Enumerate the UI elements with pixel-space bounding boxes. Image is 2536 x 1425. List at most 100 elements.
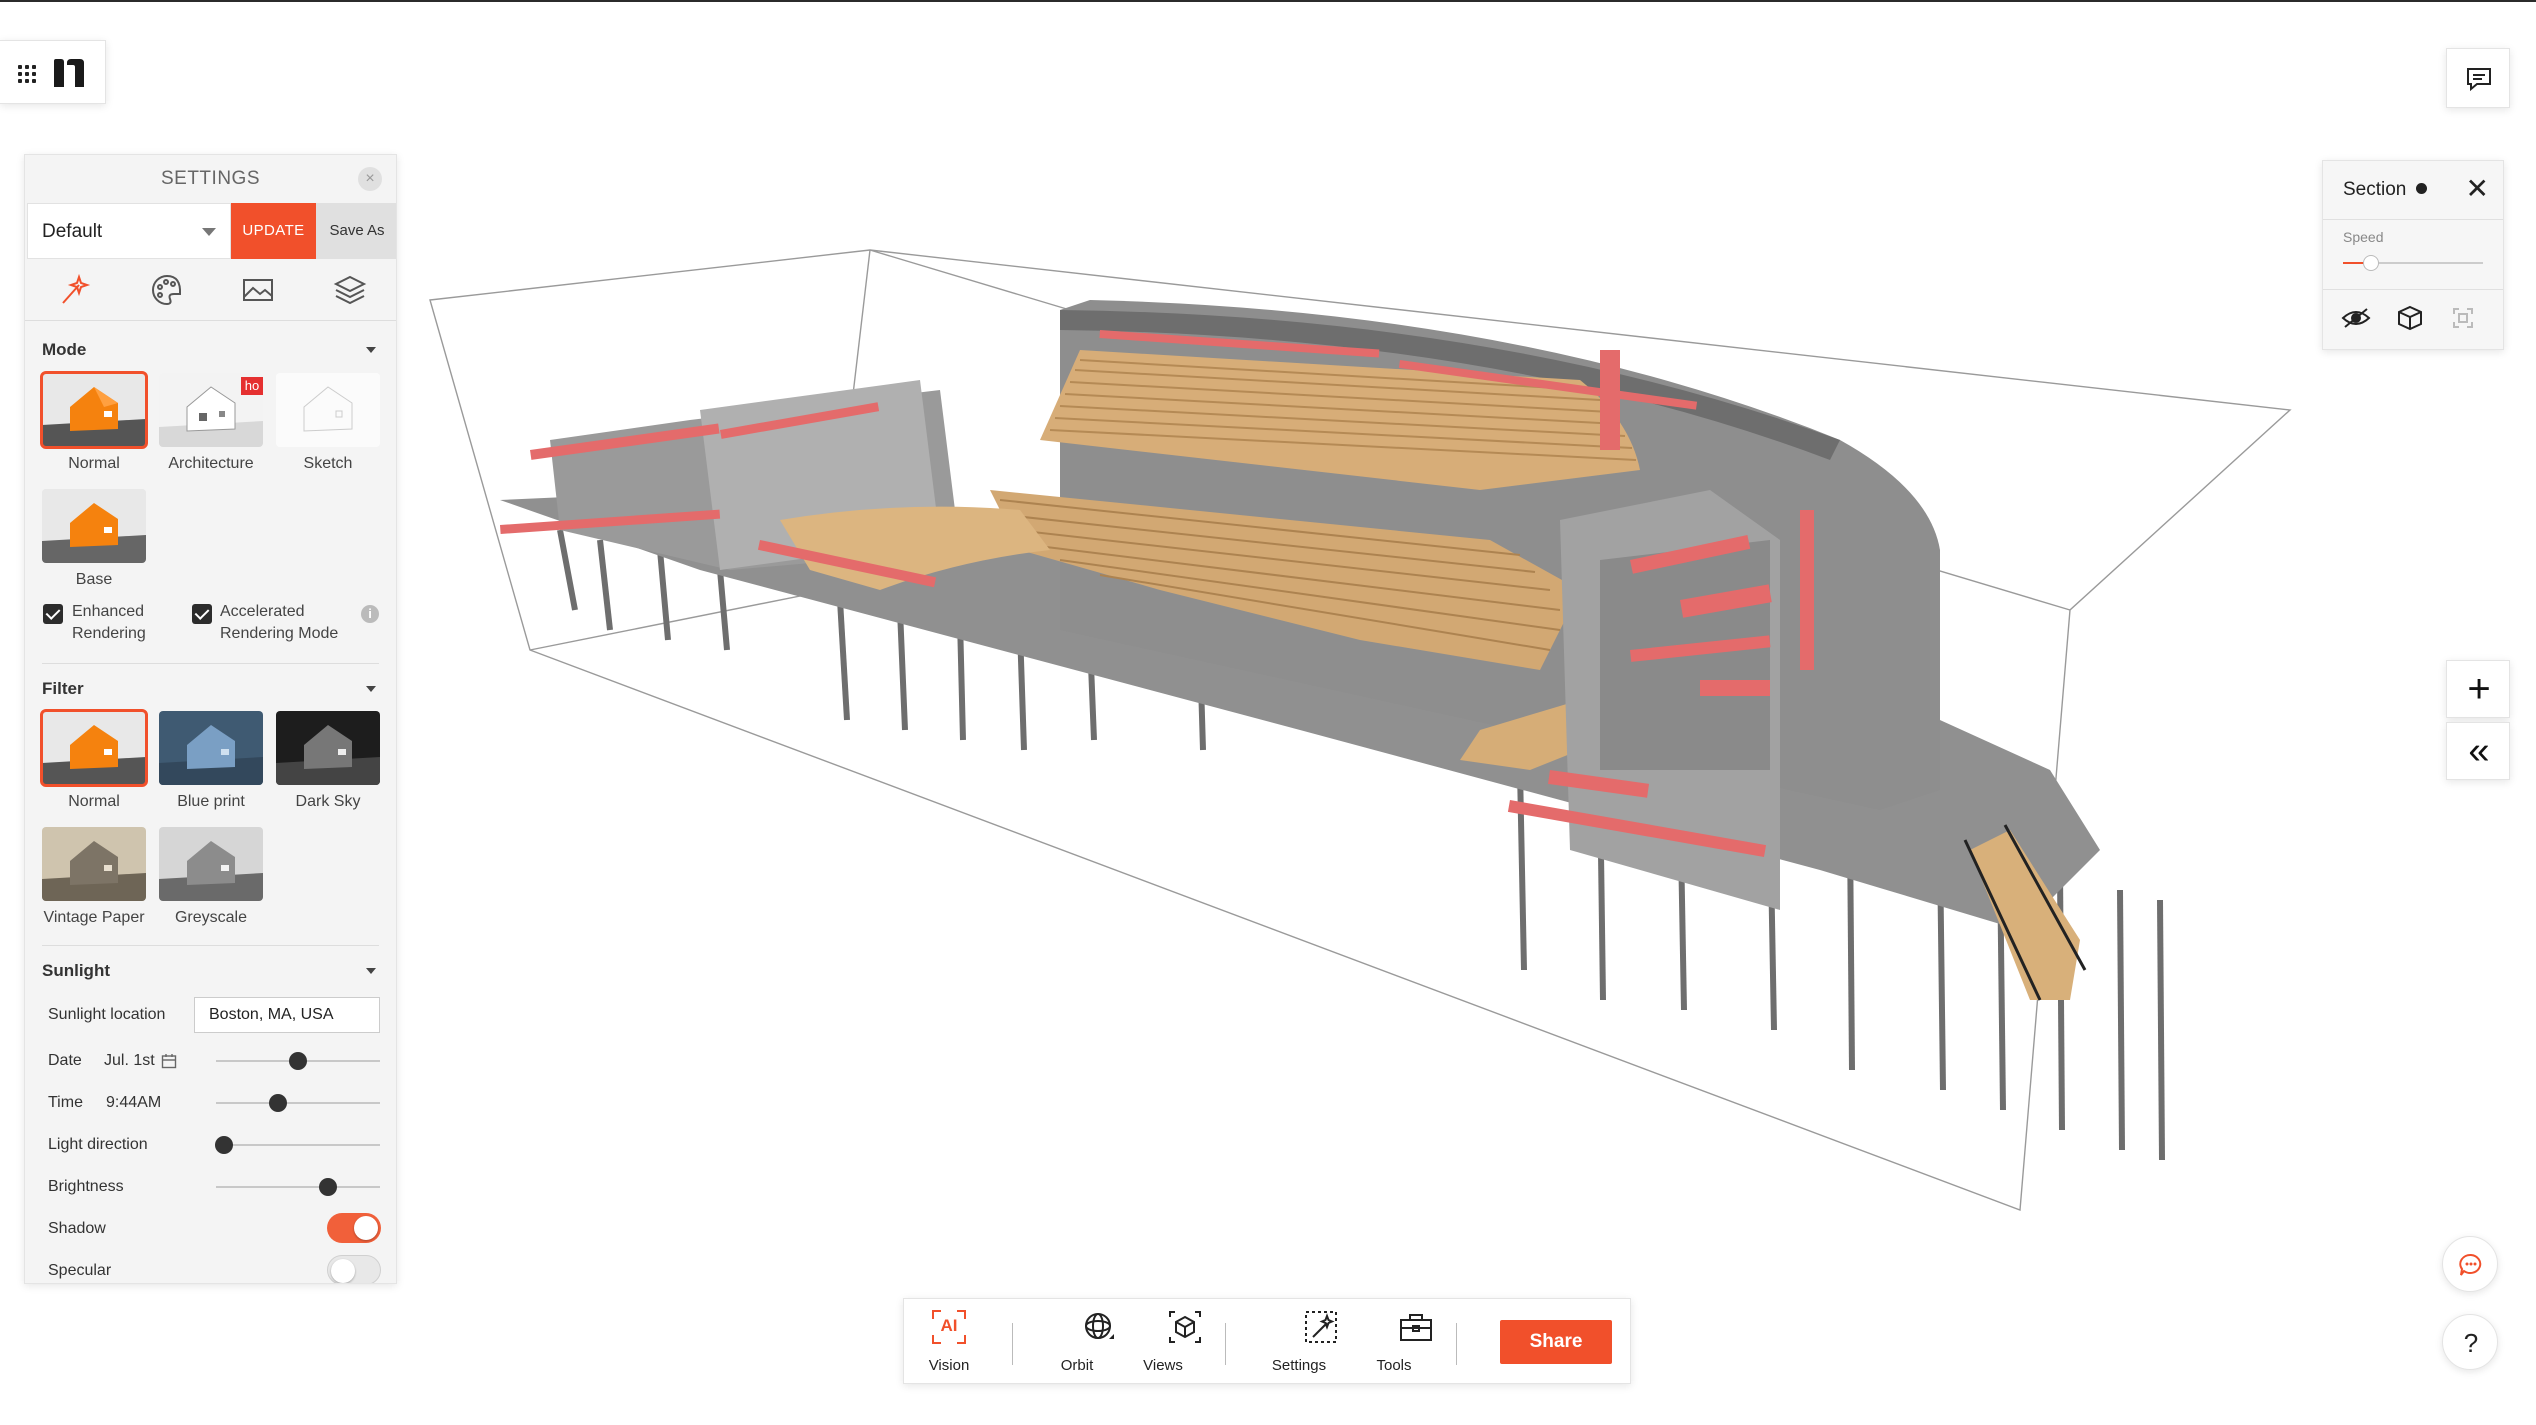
save-as-button[interactable]: Save As <box>316 203 396 259</box>
filter-darksky-thumb[interactable] <box>276 711 380 785</box>
specular-toggle[interactable] <box>327 1255 381 1283</box>
accelerated-rendering-checkbox[interactable] <box>192 604 212 624</box>
divider <box>42 945 379 946</box>
mode-architecture-thumb[interactable]: ho <box>159 373 263 447</box>
filter-collapse-icon[interactable] <box>366 686 376 692</box>
chat-bubble-icon <box>2459 1253 2482 1276</box>
toolbar-divider <box>1456 1323 1457 1365</box>
brand-logo <box>54 59 84 87</box>
mode-sketch-thumb[interactable] <box>276 373 380 447</box>
views-button[interactable]: Views <box>1123 1309 1203 1374</box>
orbit-label: Orbit <box>1060 1357 1094 1374</box>
hide-eye-icon[interactable] <box>2341 305 2371 331</box>
filter-section-title: Filter <box>42 679 84 698</box>
filter-normal-label: Normal <box>68 793 120 810</box>
light-direction-label: Light direction <box>48 1136 148 1153</box>
filter-vintage-label: Vintage Paper <box>43 909 145 926</box>
mode-collapse-icon[interactable] <box>366 347 376 353</box>
app-grid-icon[interactable] <box>18 65 36 83</box>
speed-label: Speed <box>2343 229 2384 245</box>
date-label: Date <box>48 1052 82 1069</box>
window-top-border <box>0 0 2536 2</box>
filter-greyscale-thumb[interactable] <box>159 827 263 901</box>
tools-button[interactable]: Tools <box>1354 1309 1434 1374</box>
collapse-panel-button[interactable]: « <box>2446 722 2510 780</box>
settings-label: Settings <box>1271 1357 1327 1374</box>
mode-base-label: Base <box>75 571 113 588</box>
bottom-toolbar: AI Vision Orbit Views Settings Tools Sha… <box>903 1298 1631 1384</box>
shadow-toggle[interactable] <box>327 1213 381 1243</box>
settings-panel: SETTINGS × Default UPDATE Save As Mode h… <box>24 154 397 1284</box>
light-direction-slider-knob[interactable] <box>215 1136 234 1154</box>
share-button[interactable]: Share <box>1500 1320 1612 1364</box>
toolbar-divider <box>1225 1323 1226 1365</box>
landscape-icon[interactable] <box>241 273 275 307</box>
filter-blueprint-thumb[interactable] <box>159 711 263 785</box>
specular-label: Specular <box>48 1262 112 1279</box>
section-close-button[interactable]: ✕ <box>2466 175 2489 203</box>
architecture-badge: ho <box>241 377 263 395</box>
info-icon[interactable]: i <box>361 605 379 623</box>
shadow-label: Shadow <box>48 1220 106 1237</box>
filter-vintage-thumb[interactable] <box>42 827 146 901</box>
settings-button[interactable]: Settings <box>1259 1309 1339 1374</box>
sunlight-location-label: Sunlight location <box>48 1006 166 1023</box>
mode-normal-label: Normal <box>68 455 120 472</box>
vision-button[interactable]: AI Vision <box>909 1309 989 1374</box>
layers-icon[interactable] <box>333 273 367 307</box>
sunlight-section-title: Sunlight <box>42 961 110 980</box>
section-panel: Section ✕ Speed <box>2322 160 2504 350</box>
orbit-button[interactable]: Orbit <box>1037 1309 1117 1374</box>
chat-support-button[interactable] <box>2442 1236 2498 1292</box>
date-value[interactable]: Jul. 1st <box>104 1052 155 1070</box>
filter-greyscale-label: Greyscale <box>174 909 248 926</box>
light-direction-slider[interactable] <box>216 1144 380 1146</box>
orbit-icon <box>1085 1313 1114 1339</box>
time-value: 9:44AM <box>106 1094 162 1111</box>
settings-wand-icon <box>1305 1311 1337 1343</box>
mode-base-thumb[interactable] <box>42 489 146 563</box>
help-button[interactable]: ? <box>2442 1314 2498 1370</box>
comments-button[interactable] <box>2446 48 2510 108</box>
update-button[interactable]: UPDATE <box>231 203 316 259</box>
date-slider-knob[interactable] <box>289 1052 307 1070</box>
sunlight-collapse-icon[interactable] <box>366 968 376 974</box>
filter-darksky-label: Dark Sky <box>295 793 361 810</box>
brightness-slider-knob[interactable] <box>318 1178 337 1196</box>
app-menu-card[interactable] <box>0 40 106 104</box>
zoom-in-button[interactable]: + <box>2446 660 2510 718</box>
speed-slider-knob[interactable] <box>2363 255 2379 271</box>
time-slider[interactable] <box>216 1102 380 1104</box>
accelerated-rendering-label: Accelerated Rendering Mode <box>220 603 339 642</box>
settings-close-button[interactable]: × <box>358 167 382 191</box>
ai-vision-icon: AI <box>931 1309 967 1345</box>
filter-normal-thumb[interactable] <box>40 709 148 787</box>
comment-icon <box>2467 68 2491 92</box>
views-label: Views <box>1143 1357 1183 1374</box>
sunlight-location-input[interactable]: Boston, MA, USA <box>194 997 380 1033</box>
calendar-icon[interactable] <box>161 1053 177 1069</box>
info-icon[interactable] <box>2415 183 2427 194</box>
section-title: Section <box>2343 179 2427 201</box>
preset-select[interactable]: Default <box>27 203 231 259</box>
brightness-slider[interactable] <box>216 1186 380 1188</box>
divider <box>2323 219 2503 220</box>
brightness-label: Brightness <box>48 1178 124 1195</box>
toolbar-divider <box>1012 1323 1013 1365</box>
palette-icon[interactable] <box>150 273 184 307</box>
double-chevron-left-icon: « <box>2468 730 2490 772</box>
enhanced-rendering-checkbox[interactable] <box>43 604 63 624</box>
mode-architecture-label: Architecture <box>168 455 254 472</box>
chevron-down-icon <box>202 228 216 236</box>
mode-section-title: Mode <box>42 340 87 359</box>
reset-section-icon[interactable] <box>2451 306 2475 330</box>
section-box-icon[interactable] <box>2397 305 2423 331</box>
question-icon: ? <box>2463 1328 2479 1358</box>
mode-normal-thumb[interactable] <box>40 371 148 449</box>
3d-model-viewport[interactable] <box>400 210 2320 1240</box>
divider <box>2323 289 2503 290</box>
magic-wand-icon[interactable] <box>57 273 91 307</box>
filter-blueprint-label: Blue print <box>177 793 245 810</box>
cube-views-icon <box>1169 1311 1201 1343</box>
time-slider-knob[interactable] <box>269 1094 288 1112</box>
